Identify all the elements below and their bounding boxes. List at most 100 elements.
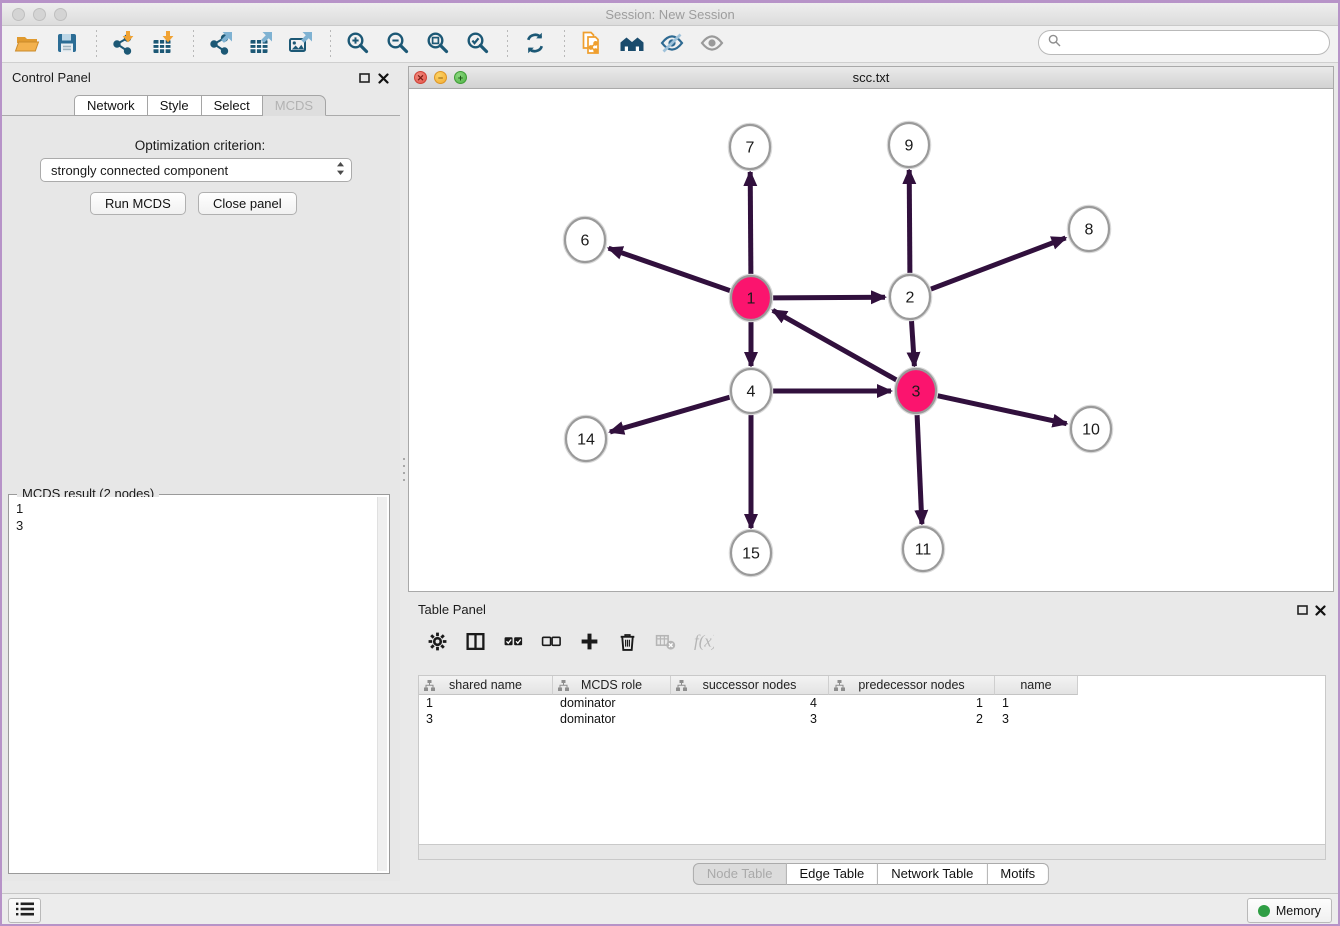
mcds-tab-content: Optimization criterion: strongly connect… bbox=[0, 115, 400, 881]
cell-successor-nodes[interactable]: 4 bbox=[671, 695, 829, 711]
graph-node-9[interactable]: 9 bbox=[888, 122, 931, 169]
tab-mcds[interactable]: MCDS bbox=[263, 95, 326, 116]
cell-name[interactable]: 1 bbox=[995, 695, 1078, 711]
tab-select[interactable]: Select bbox=[202, 95, 263, 116]
export-network-button[interactable] bbox=[204, 29, 238, 59]
graph-node-6[interactable]: 6 bbox=[564, 217, 607, 264]
tab-style[interactable]: Style bbox=[148, 95, 202, 116]
tab-node-table[interactable]: Node Table bbox=[693, 863, 787, 885]
graph-node-3[interactable]: 3 bbox=[895, 368, 938, 415]
clear-selection-icon bbox=[541, 631, 562, 655]
search-icon bbox=[1048, 34, 1061, 52]
column-header-successor-nodes[interactable]: successor nodes bbox=[671, 676, 829, 695]
toolbar-separator bbox=[330, 30, 331, 58]
search-box[interactable] bbox=[1038, 30, 1330, 55]
column-header-name[interactable]: name bbox=[995, 676, 1078, 695]
graph-edge-2-9[interactable] bbox=[909, 170, 910, 275]
export-image-button[interactable] bbox=[284, 29, 318, 59]
graph-edge-3-1[interactable] bbox=[773, 310, 897, 380]
cell-shared-name[interactable]: 3 bbox=[419, 711, 553, 727]
import-network-button[interactable] bbox=[107, 29, 141, 59]
zoom-fit-button[interactable] bbox=[421, 29, 455, 59]
delete-columns-button[interactable] bbox=[612, 627, 642, 659]
zoom-in-button[interactable] bbox=[341, 29, 375, 59]
cell-successor-nodes[interactable]: 3 bbox=[671, 711, 829, 727]
zoom-out-button[interactable] bbox=[381, 29, 415, 59]
vertical-splitter[interactable] bbox=[401, 458, 406, 484]
open-session-button[interactable] bbox=[10, 29, 44, 59]
import-table-button[interactable] bbox=[147, 29, 181, 59]
float-table-panel-icon[interactable] bbox=[1297, 603, 1308, 621]
clear-selection-button[interactable] bbox=[536, 627, 566, 659]
column-header-shared-name[interactable]: shared name bbox=[419, 676, 553, 695]
float-panel-icon[interactable] bbox=[359, 71, 370, 89]
graph-edge-3-11[interactable] bbox=[917, 413, 922, 524]
graph-edge-2-3[interactable] bbox=[911, 319, 914, 366]
tab-network-table[interactable]: Network Table bbox=[878, 863, 987, 885]
svg-text:7: 7 bbox=[746, 140, 755, 157]
graph-edge-4-14[interactable] bbox=[610, 397, 730, 432]
graph-edge-1-2[interactable] bbox=[773, 297, 885, 298]
show-all-button[interactable] bbox=[695, 29, 729, 59]
graph-edge-1-6[interactable] bbox=[609, 248, 731, 291]
graph-node-8[interactable]: 8 bbox=[1068, 206, 1111, 253]
cell-name[interactable]: 3 bbox=[995, 711, 1078, 727]
optimization-criterion-select[interactable]: strongly connected component bbox=[40, 158, 352, 182]
cell-MCDS-role[interactable]: dominator bbox=[553, 695, 671, 711]
table-hscrollbar[interactable] bbox=[418, 845, 1326, 860]
refresh-button[interactable] bbox=[518, 29, 552, 59]
export-table-button[interactable] bbox=[244, 29, 278, 59]
result-scrollbar[interactable] bbox=[377, 497, 387, 871]
column-header-predecessor-nodes[interactable]: predecessor nodes bbox=[829, 676, 995, 695]
graph-node-1[interactable]: 1 bbox=[730, 275, 773, 322]
hide-selected-button[interactable] bbox=[655, 29, 689, 59]
task-history-button[interactable] bbox=[8, 898, 41, 923]
save-session-button[interactable] bbox=[50, 29, 84, 59]
graph-node-10[interactable]: 10 bbox=[1070, 406, 1113, 453]
toolbar-separator bbox=[564, 30, 565, 58]
settings-button[interactable] bbox=[422, 627, 452, 659]
svg-text:3: 3 bbox=[912, 384, 921, 401]
table-header-row: shared nameMCDS role successor nodes prede… bbox=[419, 676, 1325, 695]
mcds-result-text[interactable]: 1 3 bbox=[11, 497, 375, 871]
cell-predecessor-nodes[interactable]: 1 bbox=[829, 695, 995, 711]
graph-node-14[interactable]: 14 bbox=[565, 416, 608, 463]
svg-text:10: 10 bbox=[1082, 422, 1100, 439]
graph-edge-2-8[interactable] bbox=[931, 238, 1066, 289]
zoom-selected-button[interactable] bbox=[461, 29, 495, 59]
memory-button[interactable]: Memory bbox=[1247, 898, 1332, 923]
cell-predecessor-nodes[interactable]: 2 bbox=[829, 711, 995, 727]
export-network-icon bbox=[208, 30, 234, 59]
close-panel-icon[interactable] bbox=[378, 71, 389, 89]
function-builder-button: f(x) bbox=[688, 627, 718, 659]
graph-edge-1-7[interactable] bbox=[750, 172, 751, 276]
split-columns-button[interactable] bbox=[460, 627, 490, 659]
tab-network[interactable]: Network bbox=[74, 95, 148, 116]
close-table-panel-icon[interactable] bbox=[1315, 603, 1326, 621]
svg-text:6: 6 bbox=[581, 233, 590, 250]
graph-node-11[interactable]: 11 bbox=[902, 526, 945, 573]
cell-shared-name[interactable]: 1 bbox=[419, 695, 553, 711]
clone-network-button[interactable] bbox=[575, 29, 609, 59]
tab-edge-table[interactable]: Edge Table bbox=[786, 863, 878, 885]
column-label: successor nodes bbox=[703, 678, 797, 692]
select-all-button[interactable] bbox=[498, 627, 528, 659]
cell-MCDS-role[interactable]: dominator bbox=[553, 711, 671, 727]
zoom-selected-icon bbox=[465, 30, 491, 59]
graph-edge-3-10[interactable] bbox=[938, 396, 1067, 424]
network-canvas[interactable]: 1 2 3 4 6 7 8 9 10 11 14 15 bbox=[409, 89, 1333, 591]
graph-node-2[interactable]: 2 bbox=[889, 274, 932, 321]
show-neighbors-button[interactable] bbox=[615, 29, 649, 59]
table-row[interactable]: 3dominator323 bbox=[419, 711, 1325, 727]
close-panel-button[interactable]: Close panel bbox=[198, 192, 297, 215]
table-row[interactable]: 1dominator411 bbox=[419, 695, 1325, 711]
run-mcds-button[interactable]: Run MCDS bbox=[90, 192, 186, 215]
graph-node-4[interactable]: 4 bbox=[730, 368, 773, 415]
add-column-button[interactable] bbox=[574, 627, 604, 659]
network-window-titlebar[interactable]: ✕ − + scc.txt bbox=[409, 67, 1333, 89]
column-header-MCDS-role[interactable]: MCDS role bbox=[553, 676, 671, 695]
graph-node-15[interactable]: 15 bbox=[730, 530, 773, 577]
graph-node-7[interactable]: 7 bbox=[729, 124, 772, 171]
search-input[interactable] bbox=[1066, 35, 1316, 50]
tab-motifs[interactable]: Motifs bbox=[987, 863, 1049, 885]
